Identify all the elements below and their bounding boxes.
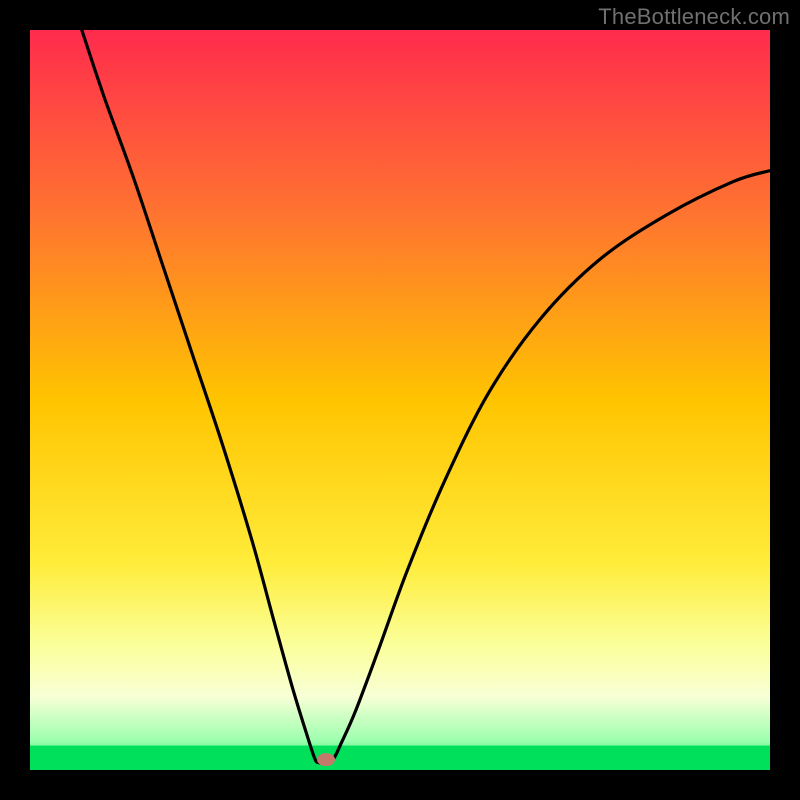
chart-frame: TheBottleneck.com	[0, 0, 800, 800]
green-band	[30, 746, 770, 770]
bottleneck-chart	[30, 30, 770, 770]
optimal-point-marker	[317, 753, 335, 766]
gradient-background	[30, 30, 770, 770]
watermark-text: TheBottleneck.com	[598, 4, 790, 30]
plot-area	[30, 30, 770, 770]
